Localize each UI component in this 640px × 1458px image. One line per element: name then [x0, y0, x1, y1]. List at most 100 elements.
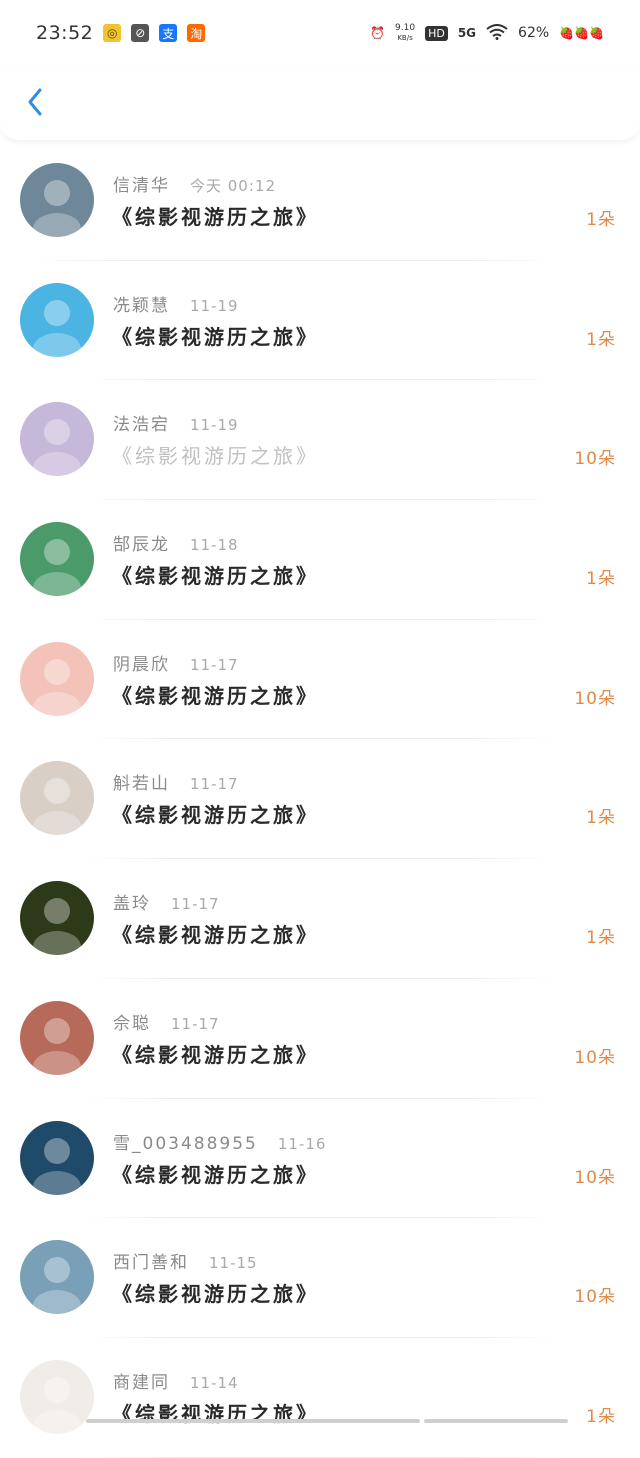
- list-item[interactable]: 信清华 今天 00:12 《综影视游历之旅》 1朵: [0, 141, 640, 261]
- item-meta: 郜辰龙 11-18: [113, 530, 239, 555]
- list-item[interactable]: 盖玲 11-17 《综影视游历之旅》 1朵: [0, 859, 640, 979]
- flower-count: 1朵: [586, 210, 616, 230]
- net-speed-value: 9.10: [395, 23, 416, 33]
- clock: 23:52: [36, 22, 94, 44]
- book-title: 《综影视游历之旅》: [112, 1282, 319, 1307]
- book-title: 《综影视游历之旅》: [112, 683, 319, 708]
- avatar[interactable]: [20, 761, 94, 836]
- item-date: 11-19: [190, 416, 239, 435]
- avatar-image: [20, 1120, 94, 1195]
- book-title: 《综影视游历之旅》: [112, 1162, 319, 1187]
- item-date: 11-18: [190, 536, 239, 555]
- item-date: 11-17: [190, 655, 239, 674]
- avatar-image: [20, 522, 94, 597]
- signal-5g-icon: 5G: [457, 26, 477, 40]
- item-meta: 雪_003488955 11-16: [113, 1129, 326, 1154]
- alipay-icon: 支: [159, 24, 178, 42]
- user-name: 斛若山: [113, 774, 170, 795]
- hd-badge: HD: [425, 25, 448, 41]
- flower-count: 1朵: [586, 329, 616, 350]
- flower-count: 1朵: [586, 928, 616, 949]
- battery-percent: 62%: [518, 25, 550, 41]
- book-title: 《综影视游历之旅》: [112, 923, 319, 948]
- item-meta: 阴晨欣 11-17: [113, 650, 239, 675]
- avatar[interactable]: [20, 1240, 94, 1315]
- taobao-icon: 淘: [187, 24, 206, 42]
- user-name: 冼颖慧: [113, 295, 170, 316]
- book-title: 《综影视游历之旅》: [112, 564, 319, 589]
- user-name: 阴晨欣: [113, 654, 170, 675]
- item-meta: 商建同 11-14: [113, 1368, 239, 1393]
- avatar-image: [20, 761, 94, 836]
- battery-icon: 🍓🍓🍓: [559, 26, 604, 40]
- book-title: 《综影视游历之旅》: [112, 803, 319, 828]
- user-name: 佘聪: [113, 1013, 151, 1034]
- item-meta: 斛若山 11-17: [113, 769, 239, 794]
- status-left: 23:52 ◎ ⊘ 支 淘: [36, 22, 206, 44]
- flower-count: 10朵: [574, 1167, 616, 1188]
- avatar[interactable]: [20, 163, 94, 237]
- item-meta: 冼颖慧 11-19: [113, 291, 239, 316]
- avatar[interactable]: [20, 1120, 94, 1195]
- flower-count: 1朵: [586, 1406, 616, 1427]
- avatar-image: [20, 641, 94, 716]
- avatar[interactable]: [20, 1000, 94, 1075]
- list-item[interactable]: 商建同 11-14 《综影视游历之旅》 1朵: [0, 1338, 640, 1458]
- avatar[interactable]: [20, 282, 94, 357]
- avatar-image: [20, 1240, 94, 1315]
- status-bar: 23:52 ◎ ⊘ 支 淘 ⏰ 9.10 KB/s HD 5G 62% 🍓🍓🍓: [0, 0, 640, 66]
- header: [0, 66, 640, 140]
- item-meta: 佘聪 11-17: [113, 1009, 220, 1034]
- user-name: 西门善和: [113, 1253, 189, 1274]
- status-right: ⏰ 9.10 KB/s HD 5G 62% 🍓🍓🍓: [370, 23, 604, 43]
- list-item[interactable]: 斛若山 11-17 《综影视游历之旅》 1朵: [0, 739, 640, 860]
- list-item[interactable]: 郜辰龙 11-18 《综影视游历之旅》 1朵: [0, 500, 640, 620]
- avatar[interactable]: [20, 402, 94, 477]
- flower-count: 10朵: [574, 1287, 616, 1308]
- avatar[interactable]: [20, 881, 94, 956]
- user-name: 信清华: [113, 176, 170, 196]
- item-date: 11-19: [190, 296, 239, 315]
- item-meta: 盖玲 11-17: [113, 889, 220, 914]
- avatar-image: [20, 1000, 94, 1075]
- list-item[interactable]: 佘聪 11-17 《综影视游历之旅》 10朵: [0, 979, 640, 1099]
- list-item[interactable]: 冼颖慧 11-19 《综影视游历之旅》 1朵: [0, 261, 640, 381]
- net-speed: 9.10 KB/s: [395, 23, 415, 43]
- wechat-icon: ◎: [103, 24, 122, 42]
- user-name: 盖玲: [113, 894, 151, 915]
- item-date: 11-17: [190, 775, 239, 794]
- scrollbar-left: [86, 1419, 420, 1423]
- flower-count: 10朵: [574, 688, 616, 709]
- wifi-icon: [486, 23, 508, 43]
- scroll-indicator: [0, 1417, 640, 1423]
- item-date: 今天 00:12: [190, 177, 276, 195]
- item-meta: 西门善和 11-15: [113, 1248, 258, 1273]
- item-date: 11-16: [277, 1134, 327, 1153]
- item-meta: 信清华 今天 00:12: [113, 171, 276, 196]
- net-speed-unit: KB/s: [397, 34, 413, 42]
- item-meta: 法浩宕 11-19: [113, 410, 239, 435]
- avatar-image: [20, 282, 94, 357]
- avatar-image: [20, 402, 94, 477]
- avatar[interactable]: [20, 522, 94, 597]
- list-item[interactable]: 阴晨欣 11-17 《综影视游历之旅》 10朵: [0, 620, 640, 740]
- list-item[interactable]: 法浩宕 11-19 《综影视游历之旅》 10朵: [0, 380, 640, 501]
- item-date: 11-14: [190, 1373, 239, 1392]
- user-name: 商建同: [113, 1372, 170, 1393]
- flower-count: 1朵: [586, 808, 616, 829]
- flower-count: 10朵: [574, 1047, 616, 1068]
- item-date: 11-15: [209, 1254, 258, 1273]
- chevron-left-icon: [28, 88, 42, 116]
- avatar-image: [20, 881, 94, 956]
- gift-list: 信清华 今天 00:12 《综影视游历之旅》 1朵 冼颖慧 11-19 《综影视游历之旅》 1…: [0, 141, 640, 1458]
- avatar-image: [20, 163, 94, 237]
- list-item[interactable]: 雪_003488955 11-16 《综影视游历之旅》 10朵: [0, 1099, 640, 1219]
- back-button[interactable]: [18, 82, 54, 122]
- user-name: 雪_003488955: [113, 1133, 258, 1154]
- user-name: 法浩宕: [113, 415, 170, 436]
- list-item[interactable]: 西门善和 11-15 《综影视游历之旅》 10朵: [0, 1218, 640, 1338]
- item-date: 11-17: [171, 895, 220, 914]
- alarm-icon: ⏰: [370, 26, 386, 40]
- avatar[interactable]: [20, 641, 94, 716]
- scrollbar-right: [424, 1419, 568, 1423]
